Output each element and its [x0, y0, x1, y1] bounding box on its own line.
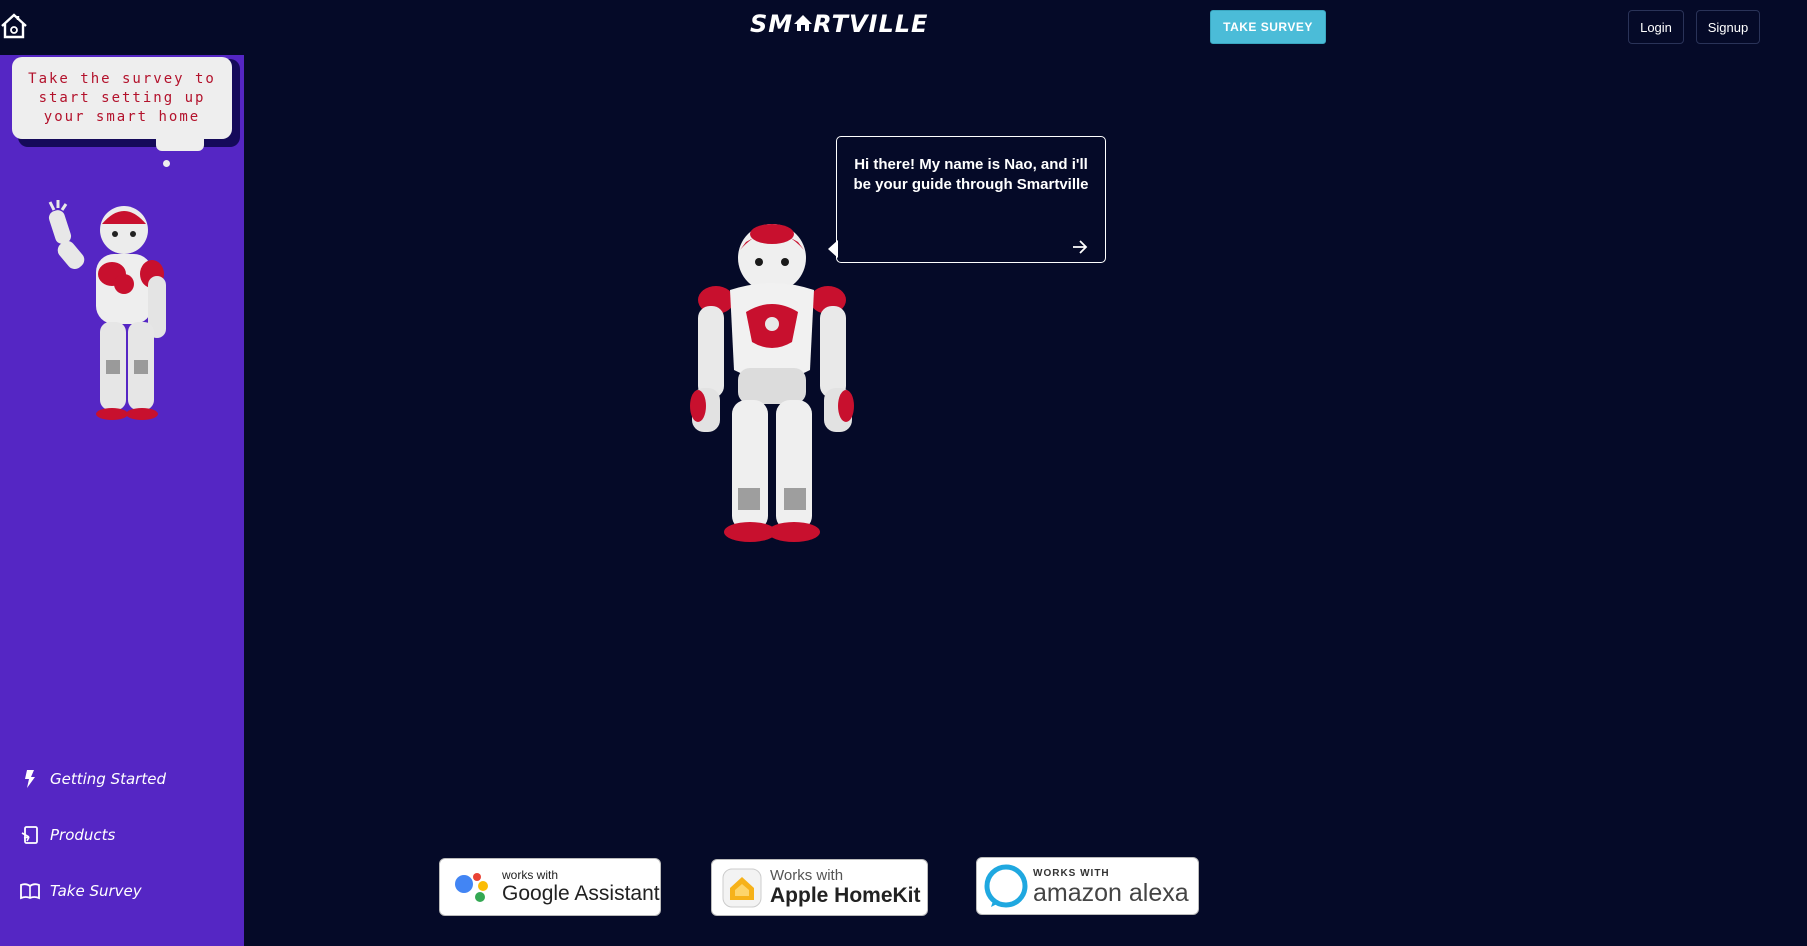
thought-bubble: Take the survey to start setting up your…	[12, 57, 232, 139]
brand-logo[interactable]: SM RTVILLE	[750, 10, 928, 38]
sidebar: Take the survey to start setting up your…	[0, 55, 244, 946]
arrow-right-icon[interactable]	[1071, 238, 1089, 256]
sidebar-item-label: Take Survey	[50, 882, 142, 900]
house-roof-icon	[794, 15, 813, 31]
book-icon	[20, 883, 40, 900]
signup-button[interactable]: Signup	[1696, 10, 1760, 44]
badge-small-text: WORKS WITH	[1033, 867, 1110, 879]
lightning-icon	[25, 770, 35, 788]
alexa-ring-icon	[984, 864, 1028, 908]
brand-suffix: RTVILLE	[813, 10, 929, 38]
speech-text: Hi there! My name is Nao, and i'll be yo…	[853, 156, 1089, 193]
badge-big-text: amazon alexa	[1033, 878, 1189, 907]
badge-big-text: Google Assistant	[502, 881, 660, 905]
thought-bubble-dot	[163, 160, 170, 167]
login-button[interactable]: Login	[1628, 10, 1684, 44]
device-icon	[21, 826, 38, 844]
thought-bubble-tail	[156, 139, 204, 151]
badge-big-text: Apple HomeKit	[770, 883, 921, 907]
homekit-house-icon	[722, 868, 762, 907]
speech-bubble: Hi there! My name is Nao, and i'll be yo…	[828, 136, 1106, 263]
badge-small-text: Works with	[770, 866, 844, 884]
take-survey-button[interactable]: TAKE SURVEY	[1210, 10, 1326, 44]
sidebar-item-label: Getting Started	[50, 770, 166, 788]
brand-prefix: SM	[750, 10, 794, 38]
sidebar-item-products[interactable]: Products	[20, 825, 115, 845]
nao-robot-image	[690, 224, 854, 542]
home-icon[interactable]	[0, 10, 28, 40]
sidebar-item-take-survey[interactable]: Take Survey	[20, 881, 142, 901]
amazon-alexa-badge: WORKS WITH amazon alexa	[976, 857, 1199, 915]
speech-pointer	[828, 240, 838, 258]
google-assistant-icon	[455, 873, 488, 902]
waving-robot-image	[48, 200, 166, 420]
thought-text: Take the survey to start setting up your…	[28, 70, 216, 125]
apple-homekit-badge: Works with Apple HomeKit	[711, 859, 928, 916]
google-assistant-badge: works with Google Assistant	[439, 858, 661, 916]
badge-small-text: works with	[502, 867, 559, 882]
sidebar-item-getting-started[interactable]: Getting Started	[20, 769, 166, 789]
sidebar-item-label: Products	[50, 826, 116, 844]
